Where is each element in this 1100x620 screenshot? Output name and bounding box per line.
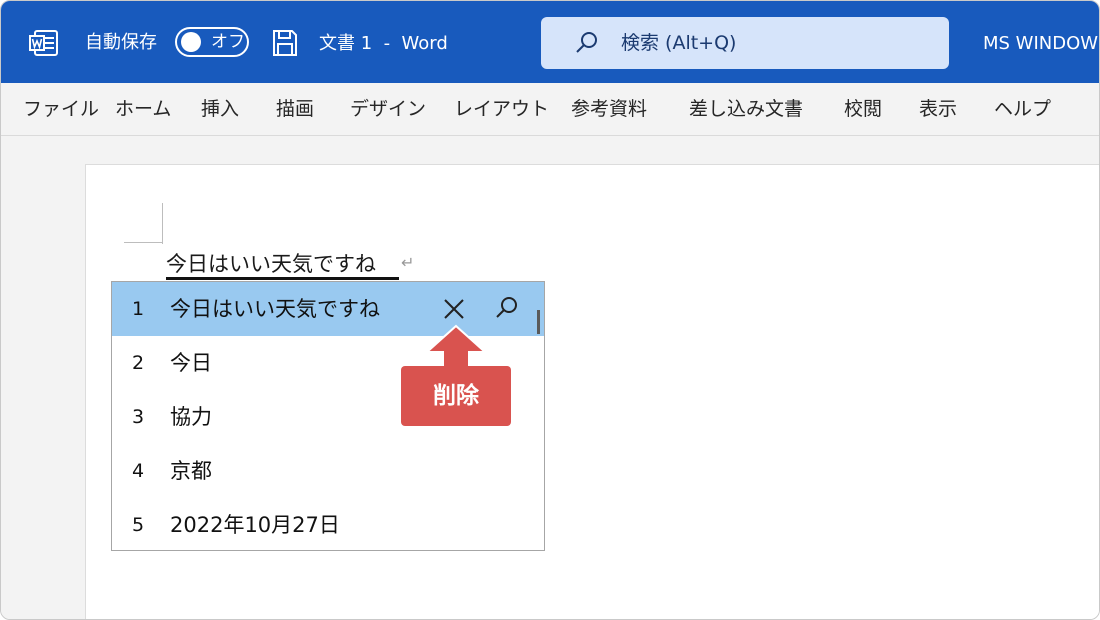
user-name[interactable]: MS WINDOWS — [983, 32, 1099, 56]
autosave-state: オフ — [211, 32, 245, 52]
close-icon[interactable] — [442, 297, 466, 321]
menu-design[interactable]: デザイン — [350, 97, 426, 121]
prediction-text: 京都 — [170, 459, 212, 483]
toggle-knob — [181, 32, 201, 52]
search-icon — [576, 32, 597, 53]
menu-file[interactable]: ファイル — [23, 97, 99, 121]
margin-mark — [124, 242, 163, 243]
menu-layout[interactable]: レイアウト — [454, 97, 549, 121]
prediction-row[interactable]: 5 2022年10月27日 — [112, 498, 544, 552]
menu-bar: ファイル ホーム 挿入 描画 デザイン レイアウト 参考資料 差し込み文書 校閲… — [1, 83, 1099, 136]
word-logo-icon[interactable] — [29, 29, 59, 57]
menu-view[interactable]: 表示 — [919, 97, 957, 121]
menu-help[interactable]: ヘルプ — [994, 97, 1051, 121]
margin-mark — [162, 203, 163, 244]
title-bar: 自動保存 オフ 文書 1 - Word 検索 (Alt+Q) MS WINDOW… — [1, 1, 1099, 83]
search-placeholder: 検索 (Alt+Q) — [621, 32, 737, 54]
prediction-number: 3 — [132, 406, 145, 428]
save-icon[interactable] — [272, 29, 298, 57]
paragraph-mark: ↵ — [401, 253, 415, 272]
menu-draw[interactable]: 描画 — [276, 97, 314, 121]
prediction-number: 1 — [132, 298, 145, 320]
menu-review[interactable]: 校閲 — [844, 97, 882, 121]
autosave-label: 自動保存 — [85, 32, 157, 53]
prediction-text: 協力 — [170, 405, 212, 429]
ime-underline — [166, 277, 399, 280]
prediction-number: 5 — [132, 514, 145, 536]
callout-arrow-icon — [424, 324, 488, 368]
scrollbar-thumb[interactable] — [537, 310, 540, 334]
prediction-text: 今日 — [170, 351, 212, 375]
menu-mailings[interactable]: 差し込み文書 — [689, 97, 803, 121]
word-window: 自動保存 オフ 文書 1 - Word 検索 (Alt+Q) MS WINDOW… — [0, 0, 1100, 620]
document-title: 文書 1 - Word — [319, 33, 448, 54]
menu-insert[interactable]: 挿入 — [201, 97, 239, 121]
delete-callout: 削除 — [401, 366, 511, 426]
prediction-row[interactable]: 4 京都 — [112, 444, 544, 498]
prediction-text: 今日はいい天気ですね — [170, 297, 380, 321]
menu-references[interactable]: 参考資料 — [571, 97, 647, 121]
search-box[interactable]: 検索 (Alt+Q) — [541, 17, 949, 69]
menu-home[interactable]: ホーム — [115, 97, 171, 121]
search-icon[interactable] — [494, 295, 520, 321]
prediction-number: 2 — [132, 352, 145, 374]
prediction-number: 4 — [132, 460, 145, 482]
autosave-toggle[interactable]: オフ — [175, 27, 249, 57]
prediction-text: 2022年10月27日 — [170, 513, 340, 537]
typed-text[interactable]: 今日はいい天気ですね — [166, 249, 376, 279]
